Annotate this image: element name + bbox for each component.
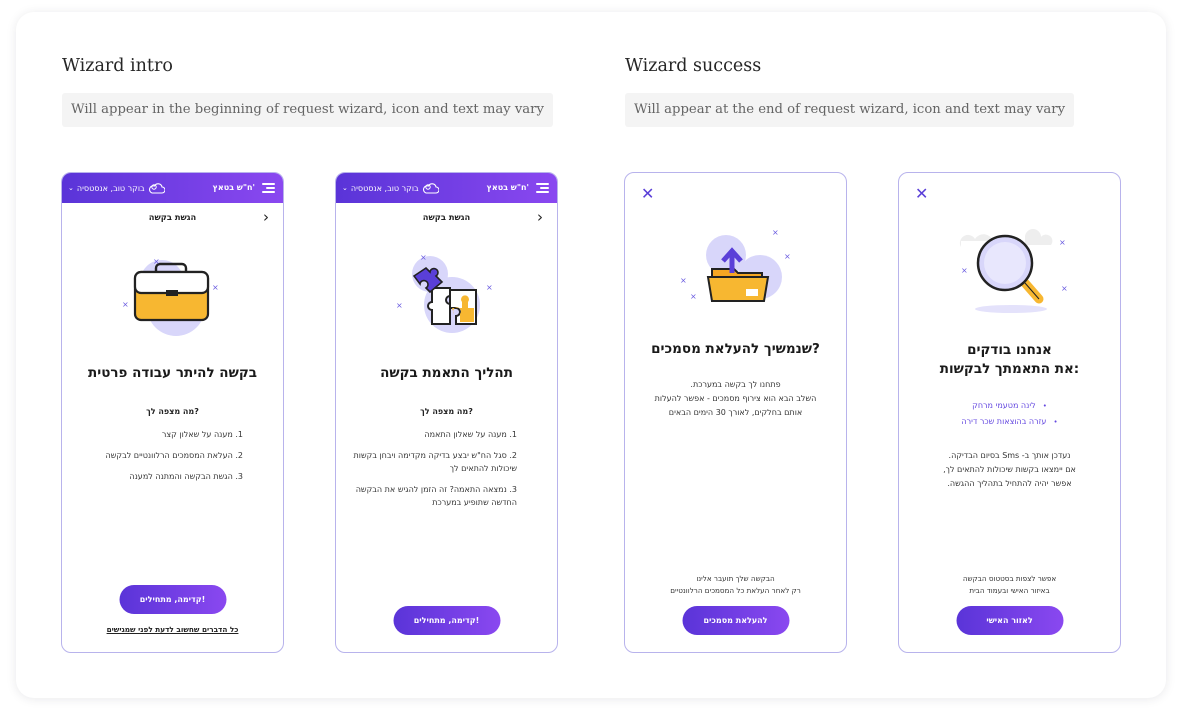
list-item: 2. סגל הח"ש יבצע בדיקה מקדימה ויבחן בקשו… <box>353 451 517 473</box>
svg-text:×: × <box>396 301 403 310</box>
requests-list: לינה מטעמי מרחק עזרה בהוצאות שכר דירה <box>899 398 1120 430</box>
list-item: 3. הגשת הבקשה והמתנה למענה <box>129 472 243 481</box>
close-icon[interactable]: ✕ <box>641 186 654 202</box>
back-arrow-icon[interactable]: › <box>263 203 269 231</box>
svg-text:×: × <box>772 228 779 237</box>
body-line: אפשר יהיה להתחיל בתהליך ההגשה. <box>947 479 1072 488</box>
svg-text:×: × <box>420 253 427 262</box>
important-info-link[interactable]: כל הדברים שחשוב לדעת לפני שמגישים <box>62 625 283 634</box>
body-line: נעדכן אותך ב- Sms בסיום הבדיקה. <box>948 451 1071 460</box>
list-item: 3. נמצאה התאמה? זה הזמן להגיש את הבקשה ה… <box>355 485 517 507</box>
app-brand-logo: ח"ש בטאץ' <box>486 183 529 192</box>
greeting-dropdown[interactable]: ⌄ בוקר טוב, אנסטסיה <box>68 173 165 203</box>
success-section-title: Wizard success <box>625 56 762 76</box>
footnote-text: אפשר לצפות בסטטוס הבקשה באיזור האישי ובע… <box>907 573 1112 597</box>
success-section-description: Will appear at the end of request wizard… <box>625 93 1075 127</box>
what-to-expect-heading: מה מצפה לך? <box>146 407 199 416</box>
svg-text:×: × <box>680 276 687 285</box>
greeting-text: בוקר טוב, אנסטסיה <box>350 183 419 193</box>
svg-text:×: × <box>1061 284 1068 293</box>
start-button[interactable]: קדימה, מתחילים! <box>119 585 226 614</box>
svg-text:×: × <box>486 283 493 292</box>
app-top-bar: ⌄ בוקר טוב, אנסטסיה ח"ש בטאץ' <box>62 173 283 203</box>
app-brand-logo: ח"ש בטאץ' <box>212 183 255 192</box>
page-title: תהליך התאמת בקשה <box>380 365 513 381</box>
page-header-title: הגשת בקשה <box>422 212 471 222</box>
greeting-text: בוקר טוב, אנסטסיה <box>76 183 145 193</box>
puzzle-icon: × × × <box>396 253 493 333</box>
start-button[interactable]: קדימה, מתחילים! <box>393 606 500 635</box>
steps-list: 1. מענה על שאלון קצר 2. העלאת המסמכים הר… <box>70 428 243 491</box>
personal-area-button[interactable]: לאזור האישי <box>956 606 1063 635</box>
body-text: פתחנו לך בקשה במערכת. השלב הבא הוא צירוף… <box>633 378 838 420</box>
svg-text:×: × <box>690 292 697 301</box>
briefcase-icon: × × × <box>122 257 219 336</box>
svg-text:×: × <box>784 252 791 261</box>
list-item: 1. מענה על שאלון התאמה <box>424 430 517 439</box>
svg-text:×: × <box>122 300 129 309</box>
intro-section-description: Will appear in the beginning of request … <box>62 93 553 127</box>
list-item: לינה מטעמי מרחק <box>899 398 1120 414</box>
magnifier-icon: × × × <box>959 229 1068 313</box>
chevron-down-icon: ⌄ <box>68 184 74 192</box>
body-line: אותם בחלקים, לאורך 30 הימים הבאים <box>668 408 803 417</box>
page-header-title: הגשת בקשה <box>148 212 197 222</box>
svg-text:×: × <box>153 257 160 266</box>
page-title: אנחנו בודקים את התאמתך לבקשות: <box>899 341 1120 379</box>
greeting-dropdown[interactable]: ⌄ בוקר טוב, אנסטסיה <box>342 173 439 203</box>
close-icon[interactable]: ✕ <box>915 186 928 202</box>
phone-screen-request-matching: ⌄ בוקר טוב, אנסטסיה ח"ש בטאץ' הגשת בקשה … <box>335 172 558 653</box>
body-line: השלב הבא הוא צירוף מסמכים - אפשר להעלות <box>654 394 817 403</box>
weather-cloud-icon <box>148 182 165 194</box>
footnote-line: הבקשה שלך תועבר אלינו <box>696 574 775 583</box>
app-top-bar: ⌄ בוקר טוב, אנסטסיה ח"ש בטאץ' <box>336 173 557 203</box>
svg-text:×: × <box>212 283 219 292</box>
list-item: עזרה בהוצאות שכר דירה <box>899 414 1120 430</box>
page-header: הגשת בקשה › <box>336 203 557 231</box>
back-arrow-icon[interactable]: › <box>537 203 543 231</box>
page-title-line: אנחנו בודקים <box>967 342 1052 358</box>
svg-text:×: × <box>1059 238 1066 247</box>
phone-screen-private-work-permit: ⌄ בוקר טוב, אנסטסיה ח"ש בטאץ' הגשת בקשה … <box>61 172 284 653</box>
steps-list: 1. מענה על שאלון התאמה 2. סגל הח"ש יבצע … <box>344 428 517 517</box>
list-item: 2. העלאת המסמכים הרלוונטיים לבקשה <box>105 451 243 460</box>
page-title: בקשה להיתר עבודה פרטית <box>88 365 257 381</box>
body-line: אם יימצאו בקשות שיכולות להתאים לך, <box>943 465 1076 474</box>
svg-text:×: × <box>961 266 968 275</box>
body-text: נעדכן אותך ב- Sms בסיום הבדיקה. אם יימצא… <box>907 449 1112 491</box>
footnote-text: הבקשה שלך תועבר אלינו רק לאחר העלאת כל ה… <box>633 573 838 597</box>
list-item: 1. מענה על שאלון קצר <box>161 430 243 439</box>
page-title-line: את התאמתך לבקשות: <box>939 361 1080 377</box>
phone-screen-upload-documents: ✕ × × × × שנמשיך להעלאת מסמכים? פתחנו לך… <box>624 172 847 653</box>
chevron-down-icon: ⌄ <box>342 184 348 192</box>
body-line: פתחנו לך בקשה במערכת. <box>690 380 781 389</box>
footnote-line: באיזור האישי ובעמוד הבית <box>969 586 1050 595</box>
what-to-expect-heading: מה מצפה לך? <box>420 407 473 416</box>
upload-documents-button[interactable]: להעלאת מסמכים <box>682 606 789 635</box>
intro-section-title: Wizard intro <box>62 56 173 76</box>
menu-icon[interactable] <box>262 183 275 195</box>
folder-upload-icon: × × × × <box>680 228 791 302</box>
page-header: הגשת בקשה › <box>62 203 283 231</box>
footnote-line: אפשר לצפות בסטטוס הבקשה <box>962 574 1057 583</box>
page-title: שנמשיך להעלאת מסמכים? <box>651 341 820 357</box>
footnote-line: רק לאחר העלאת כל המסמכים הרלוונטיים <box>670 586 801 595</box>
menu-icon[interactable] <box>536 183 549 195</box>
phone-screen-checking-eligibility: ✕ × × × אנחנו בודקים את התאמתך לבקשות: ל… <box>898 172 1121 653</box>
weather-cloud-icon <box>422 182 439 194</box>
